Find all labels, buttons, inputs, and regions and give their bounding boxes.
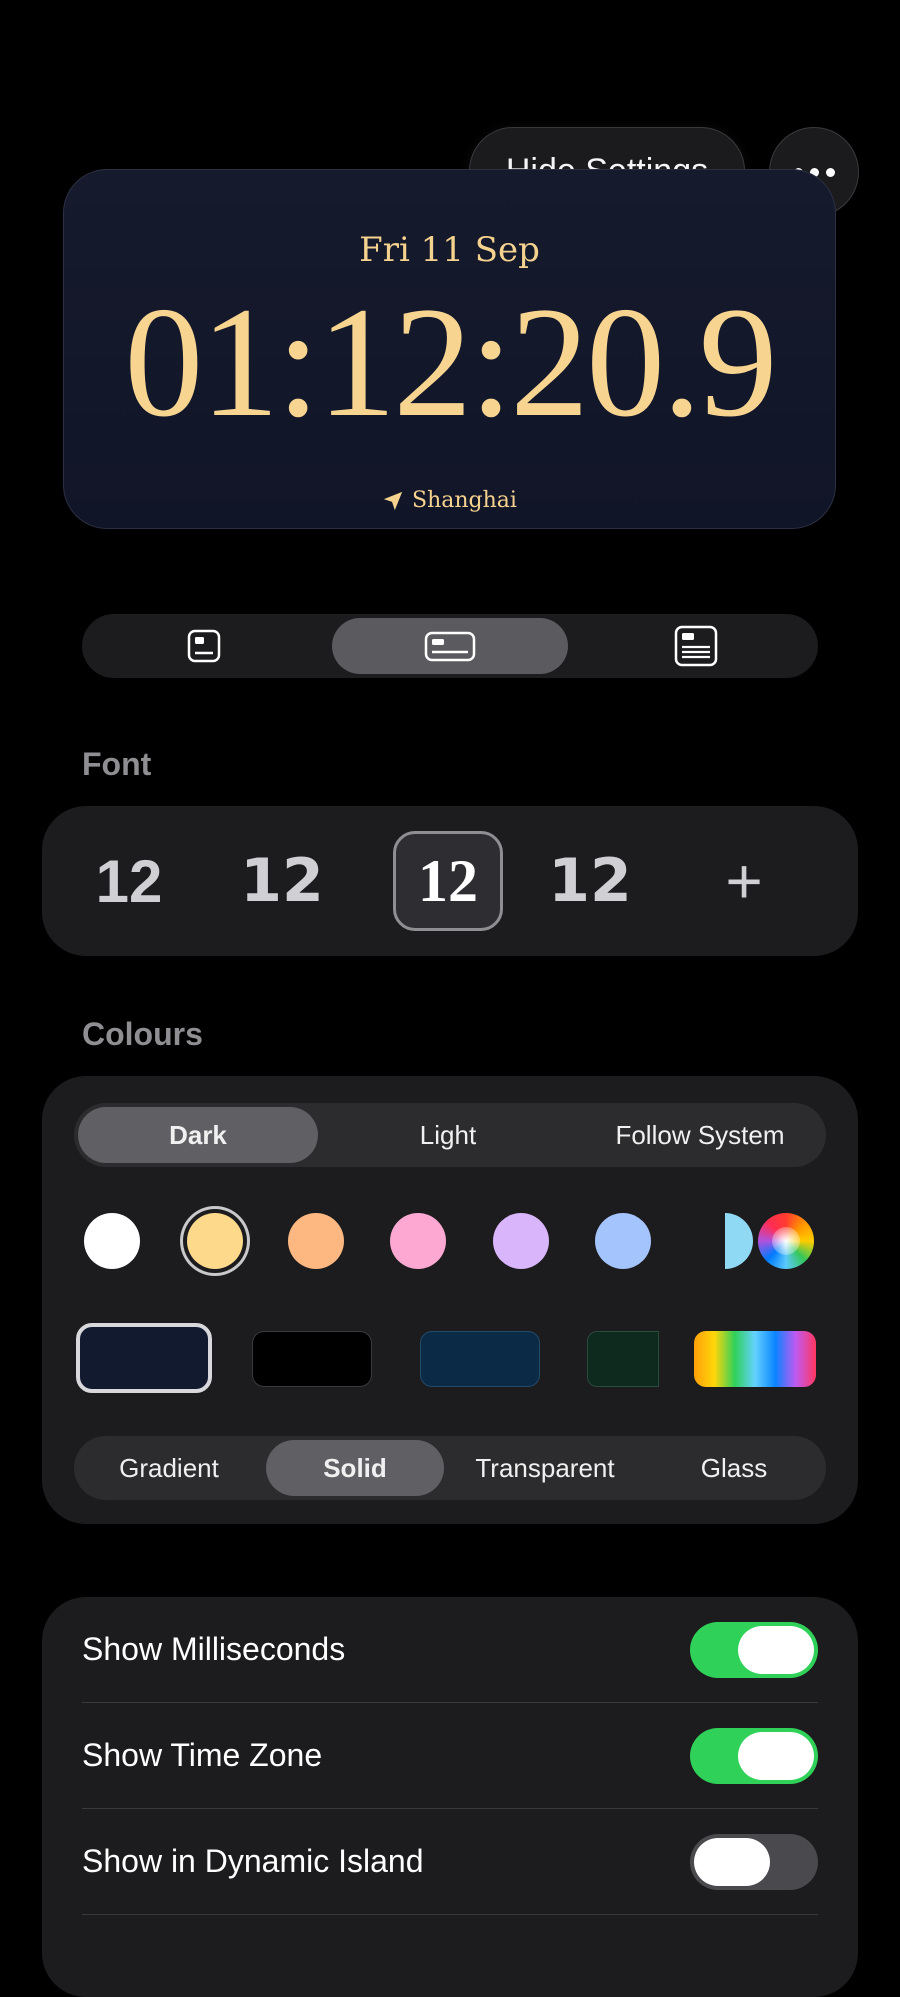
color-swatch-cyan[interactable] bbox=[697, 1213, 753, 1269]
style-option-glass[interactable]: Glass bbox=[646, 1440, 822, 1496]
layout-option-wide[interactable] bbox=[332, 618, 568, 674]
dynamic-island-switch[interactable] bbox=[690, 1833, 818, 1890]
appearance-mode-selector: Dark Light Follow System bbox=[74, 1103, 826, 1167]
color-swatch-yellow[interactable] bbox=[187, 1213, 243, 1269]
mode-option-dark[interactable]: Dark bbox=[78, 1107, 318, 1163]
toggle-label: Show Time Zone bbox=[82, 1737, 323, 1773]
clock-preview-card[interactable]: Fri 11 Sep 01:12:20.9 Shanghai bbox=[63, 169, 836, 529]
font-option[interactable]: 12 bbox=[535, 831, 645, 931]
background-style-selector: Gradient Solid Transparent Glass bbox=[74, 1436, 826, 1500]
large-widget-icon bbox=[674, 625, 718, 667]
milliseconds-switch[interactable] bbox=[690, 1621, 818, 1678]
clock-date: Fri 11 Sep bbox=[359, 230, 540, 270]
colours-panel: Dark Light Follow System Gradient Solid … bbox=[42, 1076, 858, 1524]
mode-option-follow-system[interactable]: Follow System bbox=[578, 1107, 822, 1163]
background-swatch-green[interactable] bbox=[587, 1331, 659, 1387]
style-option-gradient[interactable]: Gradient bbox=[78, 1440, 260, 1496]
font-option[interactable]: 12 bbox=[227, 831, 337, 931]
color-swatch-purple[interactable] bbox=[493, 1213, 549, 1269]
color-swatch-blue[interactable] bbox=[595, 1213, 651, 1269]
style-option-solid[interactable]: Solid bbox=[266, 1440, 444, 1496]
small-widget-icon bbox=[187, 629, 221, 663]
mode-option-light[interactable]: Light bbox=[328, 1107, 568, 1163]
wide-widget-icon bbox=[424, 631, 476, 662]
color-wheel-icon bbox=[772, 1227, 800, 1255]
background-swatch-black[interactable] bbox=[252, 1331, 372, 1387]
color-swatch-custom[interactable] bbox=[758, 1213, 814, 1269]
clock-location: Shanghai bbox=[64, 488, 835, 513]
clock-time: 01:12:20.9 bbox=[124, 275, 777, 450]
toggle-row-time-zone: Show Time Zone bbox=[82, 1703, 818, 1809]
color-swatch-orange[interactable] bbox=[288, 1213, 344, 1269]
toggle-label: Show Milliseconds bbox=[82, 1631, 346, 1667]
background-swatch-rainbow[interactable] bbox=[694, 1331, 816, 1387]
font-option[interactable]: 12 bbox=[74, 831, 184, 931]
toggle-row-dynamic-island: Show in Dynamic Island bbox=[82, 1809, 818, 1915]
font-option-selected[interactable]: 12 bbox=[393, 831, 503, 931]
style-option-transparent[interactable]: Transparent bbox=[450, 1440, 640, 1496]
clock-location-label: Shanghai bbox=[412, 488, 517, 513]
toggle-row-milliseconds: Show Milliseconds bbox=[82, 1597, 818, 1703]
display-options-panel: Show Milliseconds Show Time Zone Show in… bbox=[42, 1597, 858, 1997]
toggle-label: Show in Dynamic Island bbox=[82, 1843, 424, 1879]
location-arrow-icon bbox=[383, 491, 403, 510]
font-panel: 12 12 12 12 + bbox=[42, 806, 858, 956]
time-zone-switch[interactable] bbox=[690, 1727, 818, 1784]
colours-section-label: Colours bbox=[82, 1016, 203, 1052]
font-section-label: Font bbox=[82, 746, 152, 782]
layout-option-small[interactable] bbox=[86, 618, 322, 674]
color-swatch-white[interactable] bbox=[84, 1213, 140, 1269]
layout-size-selector bbox=[82, 614, 818, 678]
add-font-button[interactable]: + bbox=[689, 831, 799, 931]
background-swatch-blue[interactable] bbox=[420, 1331, 540, 1387]
color-swatch-pink[interactable] bbox=[390, 1213, 446, 1269]
layout-option-large[interactable] bbox=[578, 618, 814, 674]
background-swatch-navy[interactable] bbox=[76, 1323, 212, 1393]
